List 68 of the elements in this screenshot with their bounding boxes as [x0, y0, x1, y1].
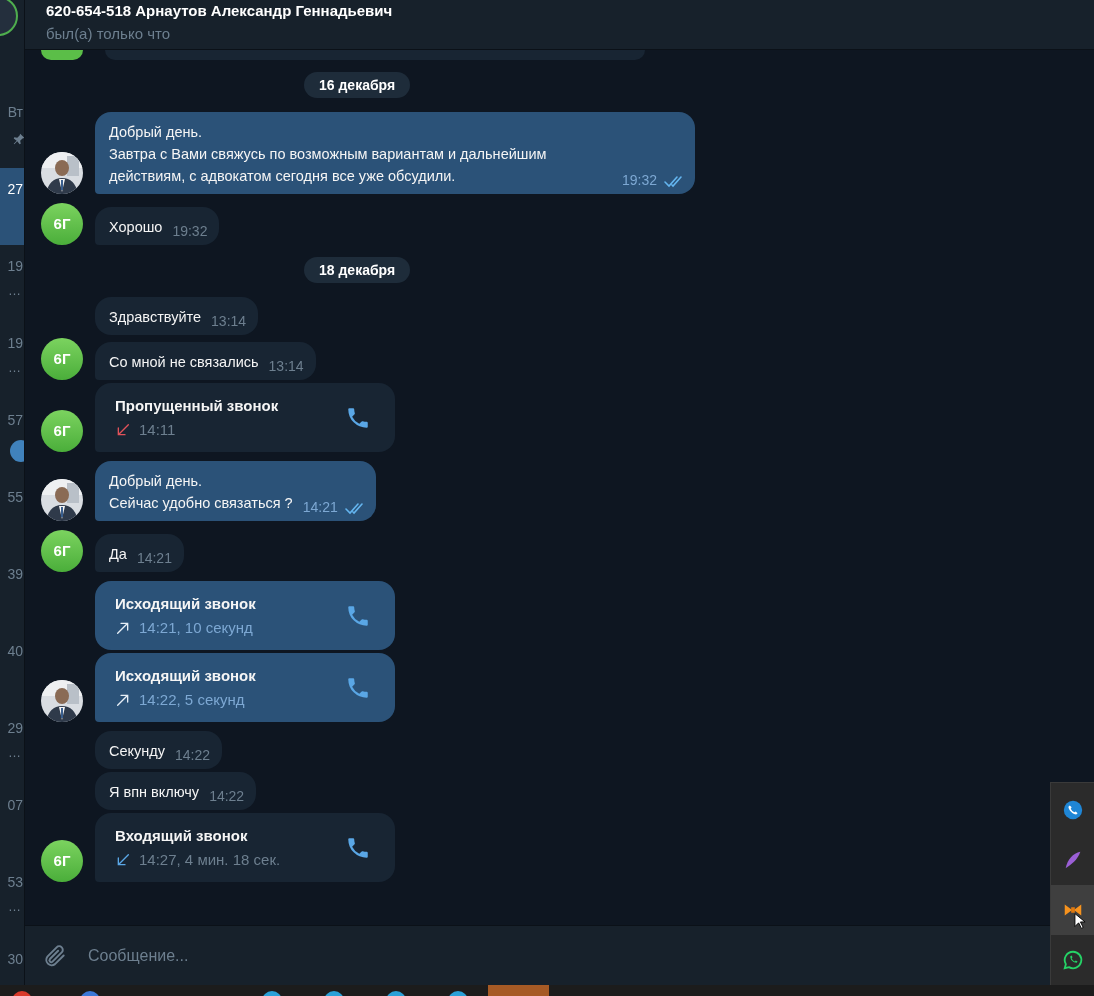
contact-avatar: 6Г — [41, 530, 83, 572]
chat-list-item[interactable]: Вт — [0, 91, 24, 168]
contact-avatar: 6Г — [41, 203, 83, 245]
call-details: 14:21, 10 секунд — [139, 617, 253, 638]
chat-list-item[interactable]: 57 — [0, 399, 24, 476]
chat-time: 53 — [7, 873, 23, 891]
message-text: Секунду — [109, 742, 165, 761]
message-text: Хорошо — [109, 218, 163, 237]
chat-preview: … — [8, 283, 21, 299]
message-text: Да — [109, 545, 127, 564]
chat-time: 39 — [7, 565, 23, 583]
message-time: 19:32 — [621, 171, 657, 190]
whatsapp-icon — [1061, 949, 1084, 971]
call-title: Входящий звонок — [115, 825, 249, 846]
message-time: 14:22 — [175, 746, 211, 765]
call-title: Исходящий звонок — [115, 665, 256, 686]
chat-list-item[interactable]: 40 — [0, 630, 24, 707]
contact-avatar: 6Г — [41, 338, 83, 380]
message-time: 14:21 — [136, 549, 172, 568]
message-text: Со мной не связались — [109, 353, 259, 372]
message-time: 13:14 — [268, 357, 304, 376]
chat-time: 55 — [7, 488, 23, 506]
cursor-icon — [1074, 912, 1086, 930]
chat-time: 27 — [7, 180, 23, 198]
chat-list-item[interactable]: 53 … — [0, 861, 24, 938]
message-time: 19:32 — [172, 222, 208, 241]
chat-list-item[interactable]: 27 — [0, 168, 24, 245]
chat-list-item[interactable]: 55 — [0, 476, 24, 553]
contact-avatar — [41, 50, 83, 60]
chat-time: 29 — [7, 719, 23, 737]
message-time: 13:14 — [211, 312, 247, 331]
chat-preview: … — [8, 899, 21, 915]
chat-list-item[interactable]: 30 — [0, 938, 24, 985]
chat-title: 620-654-518 Арнаутов Александр Геннадьевич — [46, 1, 393, 21]
chat-preview: … — [8, 360, 21, 376]
phone-app-icon — [1061, 799, 1084, 821]
message-time: 14:21 — [302, 498, 338, 517]
call-title: Исходящий звонок — [115, 593, 256, 614]
chat-time: 30 — [7, 950, 23, 968]
last-seen-status: был(а) только что — [46, 24, 170, 44]
call-details: 14:22, 5 секунд — [139, 689, 245, 710]
call-details: 14:27, 4 мин. 18 сек. — [139, 849, 281, 870]
chat-list-item[interactable]: 19 … — [0, 322, 24, 399]
active-app-tile[interactable] — [488, 985, 549, 996]
chat-list-item[interactable]: 19 … — [0, 245, 24, 322]
contact-avatar: 6Г — [41, 410, 83, 452]
chat-list-item[interactable]: 29 … — [0, 707, 24, 784]
call-details: 14:11 — [139, 419, 176, 440]
call-title: Пропущенный звонок — [115, 395, 279, 416]
chat-time: 40 — [7, 642, 23, 660]
chat-time: 19 — [7, 334, 23, 352]
date-badge: 16 декабря — [304, 72, 411, 98]
chat-list-item[interactable]: 07 — [0, 784, 24, 861]
chat-time: Вт — [7, 103, 23, 121]
message-text: Здравствуйте — [109, 308, 202, 327]
message-time: 14:22 — [209, 787, 245, 806]
tray-item[interactable] — [1051, 885, 1094, 935]
chat-time: 57 — [7, 411, 23, 429]
date-badge: 18 декабря — [304, 257, 411, 283]
message-text: Добрый день. Завтра с Вами свяжусь по возможным вариантам и дальнейшим действиям, с адвокатом сегодня все уже обсудили. — [109, 123, 548, 186]
chat-time: 07 — [7, 796, 23, 814]
message-text: Добрый день. Сейчас удобно связаться ? — [109, 472, 293, 513]
chat-preview: … — [8, 745, 21, 761]
message-text: Я впн включу — [109, 783, 200, 802]
contact-avatar: 6Г — [41, 840, 83, 882]
chat-list-item[interactable]: 39 — [0, 553, 24, 630]
attach-icon[interactable] — [42, 942, 68, 969]
chat-time: 19 — [7, 257, 23, 275]
